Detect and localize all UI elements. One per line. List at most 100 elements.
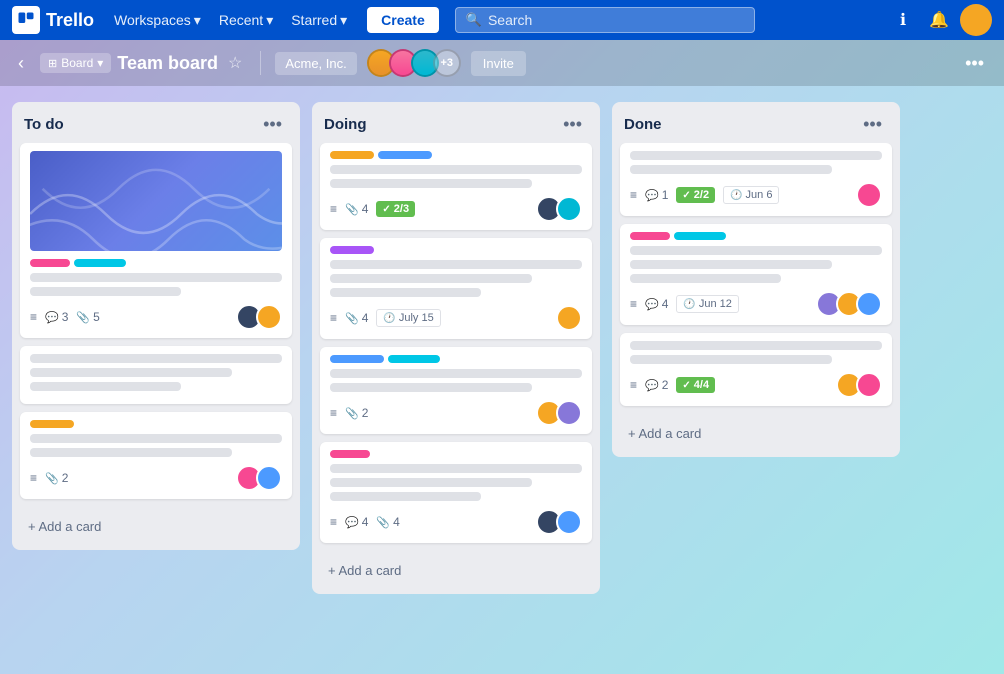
card-avatars	[536, 509, 582, 535]
list-icon: ≡	[630, 378, 637, 392]
card-avatars	[836, 372, 882, 398]
attachment-icon: 📎	[376, 516, 390, 529]
card-meta: ≡📎2	[330, 406, 368, 420]
list-icon: ≡	[30, 471, 37, 485]
card-meta: ≡💬1✓2/2🕐Jun 6	[630, 186, 779, 204]
card-avatar[interactable]	[556, 509, 582, 535]
card-labels	[630, 232, 882, 240]
nav-recent[interactable]: Recent ▾	[211, 8, 281, 33]
comment-count: 💬1	[645, 188, 668, 202]
card-avatar[interactable]	[256, 304, 282, 330]
nav-links: Workspaces ▾ Recent ▾ Starred ▾	[106, 8, 355, 33]
card[interactable]: ≡💬4🕐Jun 12	[620, 224, 892, 325]
nav-right-actions: ℹ 🔔	[888, 4, 992, 36]
column-menu-button[interactable]: •••	[257, 112, 288, 137]
card-avatars	[556, 305, 582, 331]
attachment-count: 📎2	[45, 471, 68, 485]
card-labels	[330, 151, 582, 159]
board-content: To do•••≡💬3📎5≡📎2+ Add a cardDoing•••≡📎4✓…	[0, 86, 1004, 674]
workspace-badge[interactable]: Acme, Inc.	[275, 52, 356, 75]
card-avatar[interactable]	[856, 291, 882, 317]
card-footer: ≡💬4📎4	[330, 509, 582, 535]
nav-starred[interactable]: Starred ▾	[283, 8, 355, 33]
card-label	[30, 420, 74, 428]
comment-count: 💬4	[345, 515, 368, 529]
card-avatar[interactable]	[556, 400, 582, 426]
card-text-line	[630, 260, 832, 269]
card-text-line	[330, 274, 532, 283]
divider	[260, 51, 261, 75]
chevron-down-icon: ▾	[266, 12, 273, 29]
list-icon: ≡	[330, 202, 337, 216]
column-title: To do	[24, 116, 64, 133]
search-bar[interactable]: 🔍 Search	[455, 7, 755, 33]
more-options-button[interactable]: •••	[957, 49, 992, 78]
card-text-line	[330, 492, 481, 501]
card[interactable]: ≡💬3📎5	[20, 143, 292, 338]
card-text-line	[630, 165, 832, 174]
column-menu-button[interactable]: •••	[557, 112, 588, 137]
comment-icon: 💬	[45, 311, 59, 324]
card-text-line	[330, 383, 532, 392]
card-text-line	[330, 464, 582, 473]
comment-icon: 💬	[345, 516, 359, 529]
column-cards: ≡💬1✓2/2🕐Jun 6 ≡💬4🕐Jun 12 ≡💬2✓4/4	[612, 143, 900, 414]
card[interactable]: ≡📎4✓2/3	[320, 143, 592, 230]
search-icon: 🔍	[466, 12, 482, 28]
card-avatar[interactable]	[256, 465, 282, 491]
card-meta: ≡💬4🕐Jun 12	[630, 295, 739, 313]
trello-logo[interactable]: Trello	[12, 6, 94, 34]
list-icon: ≡	[630, 297, 637, 311]
card-avatar[interactable]	[556, 196, 582, 222]
board-title[interactable]: Team board	[117, 53, 218, 74]
comment-icon: 💬	[645, 189, 659, 202]
column-cards: ≡📎4✓2/3≡📎4🕐July 15≡📎2≡💬4📎4	[312, 143, 600, 551]
due-date-badge: 🕐July 15	[376, 309, 440, 327]
card-footer: ≡📎4✓2/3	[330, 196, 582, 222]
trello-logo-icon	[12, 6, 40, 34]
invite-button[interactable]: Invite	[471, 51, 526, 76]
board-type-badge[interactable]: ⊞ Board ▾	[40, 53, 111, 73]
create-button[interactable]: Create	[367, 7, 439, 33]
card-text-line	[630, 151, 882, 160]
add-card-button[interactable]: + Add a card	[616, 418, 896, 449]
top-navigation: Trello Workspaces ▾ Recent ▾ Starred ▾ C…	[0, 0, 1004, 40]
card-footer: ≡📎2	[330, 400, 582, 426]
card-avatars	[816, 291, 882, 317]
column-menu-button[interactable]: •••	[857, 112, 888, 137]
card-cover	[30, 151, 282, 251]
add-card-button[interactable]: + Add a card	[316, 555, 596, 586]
nav-back-button[interactable]: ‹	[12, 49, 30, 78]
info-button[interactable]: ℹ	[888, 5, 918, 35]
card-text-line	[30, 287, 181, 296]
card-avatar[interactable]	[856, 372, 882, 398]
card-label	[30, 259, 70, 267]
trello-logo-text: Trello	[46, 10, 94, 31]
card[interactable]: ≡📎2	[320, 347, 592, 434]
user-avatar[interactable]	[960, 4, 992, 36]
card[interactable]: ≡ 📎2	[20, 412, 292, 499]
card[interactable]: ≡💬1✓2/2🕐Jun 6	[620, 143, 892, 216]
card-text-line	[330, 478, 532, 487]
card-text-line	[630, 355, 832, 364]
card[interactable]	[20, 346, 292, 404]
attachment-icon: 📎	[45, 472, 59, 485]
card[interactable]: ≡💬4📎4	[320, 442, 592, 543]
add-card-button[interactable]: + Add a card	[16, 511, 296, 542]
card[interactable]: ≡💬2✓4/4	[620, 333, 892, 406]
member-count[interactable]: +3	[433, 49, 461, 77]
card-label	[74, 259, 126, 267]
card-label	[630, 232, 670, 240]
notifications-button[interactable]: 🔔	[924, 5, 954, 35]
star-button[interactable]: ☆	[224, 49, 246, 77]
card-avatars	[536, 196, 582, 222]
nav-workspaces[interactable]: Workspaces ▾	[106, 8, 209, 33]
card-footer: ≡💬1✓2/2🕐Jun 6	[630, 182, 882, 208]
checklist-badge: ✓2/3	[376, 201, 415, 217]
list-icon: ≡	[330, 406, 337, 420]
card-avatar[interactable]	[556, 305, 582, 331]
card-text-line	[330, 260, 582, 269]
card-avatar[interactable]	[856, 182, 882, 208]
column-to-do: To do ••• ≡💬3📎5 ≡ 📎2 + Add a card	[12, 102, 300, 550]
card[interactable]: ≡📎4🕐July 15	[320, 238, 592, 339]
